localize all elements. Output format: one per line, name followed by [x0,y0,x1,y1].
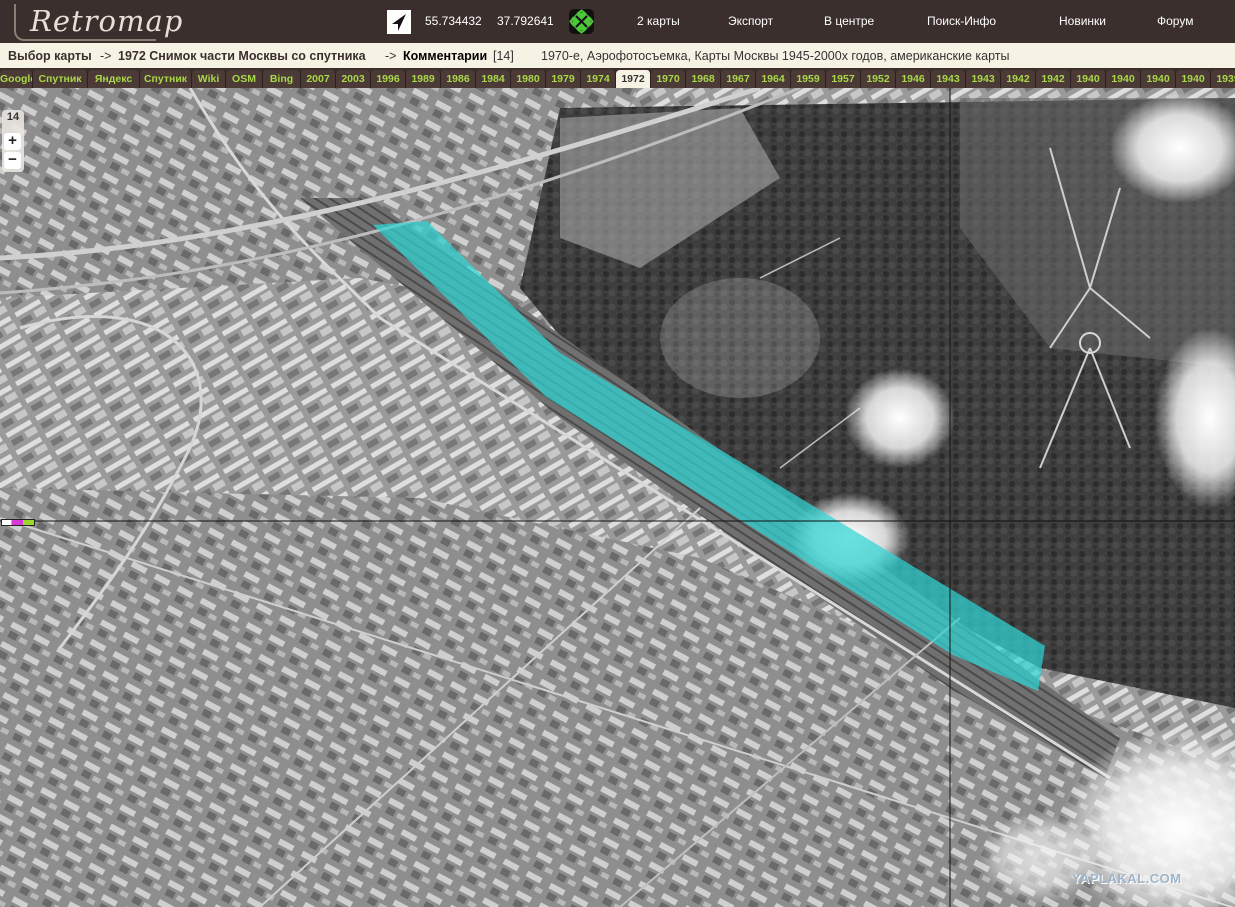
tab-15[interactable]: 1974 [581,70,616,88]
tab-18[interactable]: 1968 [686,70,721,88]
tab-17[interactable]: 1970 [651,70,686,88]
tab-5[interactable]: OSM [226,70,263,88]
tab-21[interactable]: 1959 [791,70,826,88]
tab-28[interactable]: 1942 [1036,70,1071,88]
menu-forum[interactable]: Форум [1157,14,1193,28]
menu-search-info[interactable]: Поиск-Инфо [927,14,996,28]
tab-32[interactable]: 1940 [1176,70,1211,88]
retromap-logo[interactable]: Retromap [22,2,191,41]
latitude-readout: 55.734432 [425,14,482,28]
tab-33[interactable]: 1939 [1211,70,1235,88]
tab-23[interactable]: 1952 [861,70,896,88]
menu-two-maps[interactable]: 2 карты [637,14,680,28]
zoom-in-button[interactable]: + [4,133,21,150]
breadcrumb-map-name[interactable]: 1972 Снимок части Москвы со спутника [118,49,366,63]
satellite-map[interactable] [0,88,1235,907]
menu-export[interactable]: Экспорт [728,14,773,28]
comments-count: [14] [493,49,514,63]
tab-3[interactable]: Спутник [140,70,192,88]
tab-19[interactable]: 1967 [721,70,756,88]
scale-bar [1,519,35,526]
breadcrumb: Выбор карты -> 1972 Снимок части Москвы … [0,43,1235,68]
tab-1[interactable]: Спутник [33,70,88,88]
tab-9[interactable]: 1996 [371,70,406,88]
breadcrumb-comments[interactable]: Комментарии [403,49,487,63]
tab-25[interactable]: 1943 [931,70,966,88]
watermark: YAPLAKAL.COM [1072,871,1182,886]
tab-27[interactable]: 1942 [1001,70,1036,88]
navigation-arrow-icon[interactable] [387,10,411,34]
tab-30[interactable]: 1940 [1106,70,1141,88]
top-navigation-bar: Retromap 55.734432 37.792641 2 карты Экс… [0,0,1235,43]
menu-center[interactable]: В центре [824,14,874,28]
longitude-readout: 37.792641 [497,14,554,28]
tab-7[interactable]: 2007 [301,70,336,88]
map-layer-tabs: Google Спутник Яндекс Спутник Wiki OSM Bing 200… [0,68,1235,88]
tab-16[interactable]: 1972 [616,70,651,88]
tab-11[interactable]: 1986 [441,70,476,88]
zoom-out-button[interactable]: − [4,152,21,169]
map-tags: 1970-е, Аэрофотосъемка, Карты Москвы 194… [541,49,1010,63]
tab-12[interactable]: 1984 [476,70,511,88]
tab-10[interactable]: 1989 [406,70,441,88]
map-imagery [0,88,1235,907]
breadcrumb-separator: -> [385,49,397,63]
tab-4[interactable]: Wiki [192,70,226,88]
tab-2[interactable]: Яндекс [88,70,140,88]
tab-13[interactable]: 1980 [511,70,546,88]
tab-14[interactable]: 1979 [546,70,581,88]
layer-swap-icon[interactable] [568,8,595,35]
breadcrumb-separator: -> [100,49,112,63]
menu-news[interactable]: Новинки [1059,14,1106,28]
tab-0[interactable]: Google [0,70,33,88]
tab-6[interactable]: Bing [263,70,301,88]
breadcrumb-root[interactable]: Выбор карты [8,49,92,63]
zoom-level: 14 [6,111,20,123]
tab-20[interactable]: 1964 [756,70,791,88]
tab-8[interactable]: 2003 [336,70,371,88]
tab-22[interactable]: 1957 [826,70,861,88]
tab-26[interactable]: 1943 [966,70,1001,88]
tab-31[interactable]: 1940 [1141,70,1176,88]
tab-29[interactable]: 1940 [1071,70,1106,88]
tab-24[interactable]: 1946 [896,70,931,88]
